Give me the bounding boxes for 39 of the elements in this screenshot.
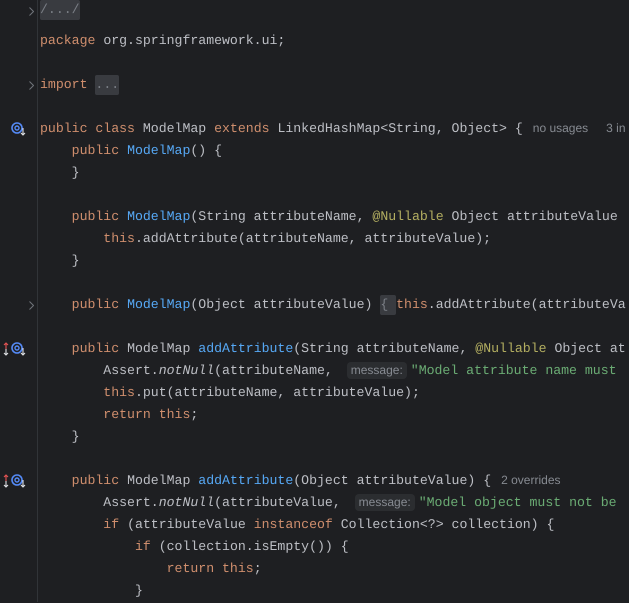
folded-code[interactable]: { xyxy=(380,295,396,315)
up-down-arrow-icon[interactable] xyxy=(3,474,10,488)
at-sign-arrow-icon[interactable] xyxy=(11,342,28,356)
code-text: public ModelMap(String attributeName, @Nullable Object attributeValue xyxy=(70,208,618,226)
code-text: "Model object must not be xyxy=(418,494,617,512)
code-text: Assert.notNull(attributeName, xyxy=(102,362,334,380)
code-text: import xyxy=(40,76,88,94)
up-down-arrow-icon[interactable] xyxy=(3,342,10,356)
inlay-hint: 3 in xyxy=(605,120,627,138)
code-text: } xyxy=(70,164,80,182)
chevron-right-icon[interactable] xyxy=(29,300,34,310)
code-text: public ModelMap(Object attributeValue) xyxy=(70,296,374,314)
code-text: this.addAttribute(attributeVa xyxy=(396,296,626,314)
folded-code[interactable]: /.../ xyxy=(40,0,80,20)
code-text: } xyxy=(134,582,143,600)
code-text: } xyxy=(70,428,80,446)
code-text: public ModelMap() { xyxy=(70,142,222,160)
at-sign-arrow-icon[interactable] xyxy=(11,122,28,136)
inlay-hint: 2 overrides xyxy=(500,472,562,490)
code-text: } xyxy=(70,252,80,270)
code-text: package org.springframework.ui; xyxy=(40,32,286,50)
code-text: public ModelMap addAttribute(Object attributeValue) { xyxy=(70,472,492,490)
code-text: "Model attribute name must xyxy=(410,362,617,380)
folded-code[interactable]: ... xyxy=(95,75,120,95)
code-text: this.put(attributeName, attributeValue); xyxy=(102,384,420,402)
code-text: return this; xyxy=(102,406,198,424)
at-sign-arrow-icon[interactable] xyxy=(11,474,28,488)
code-text: if (collection.isEmpty()) { xyxy=(134,538,349,556)
inlay-hint: message: xyxy=(346,362,407,380)
code-text: Assert.notNull(attributeValue, xyxy=(102,494,342,512)
code-text: if (attributeValue instanceof Collection<?> collection) { xyxy=(102,516,554,534)
code-text: this.addAttribute(attributeName, attributeValue); xyxy=(102,230,492,248)
code-text: public ModelMap addAttribute(String attributeName, @Nullable Object at xyxy=(70,340,626,358)
inlay-hint: message: xyxy=(354,494,415,512)
code-text: return this; xyxy=(166,560,262,578)
chevron-right-icon[interactable] xyxy=(29,6,34,16)
code-text: public class ModelMap extends LinkedHashMap<String, Object> { xyxy=(40,120,523,138)
inlay-hint: no usages xyxy=(532,120,590,138)
chevron-right-icon[interactable] xyxy=(29,80,34,90)
